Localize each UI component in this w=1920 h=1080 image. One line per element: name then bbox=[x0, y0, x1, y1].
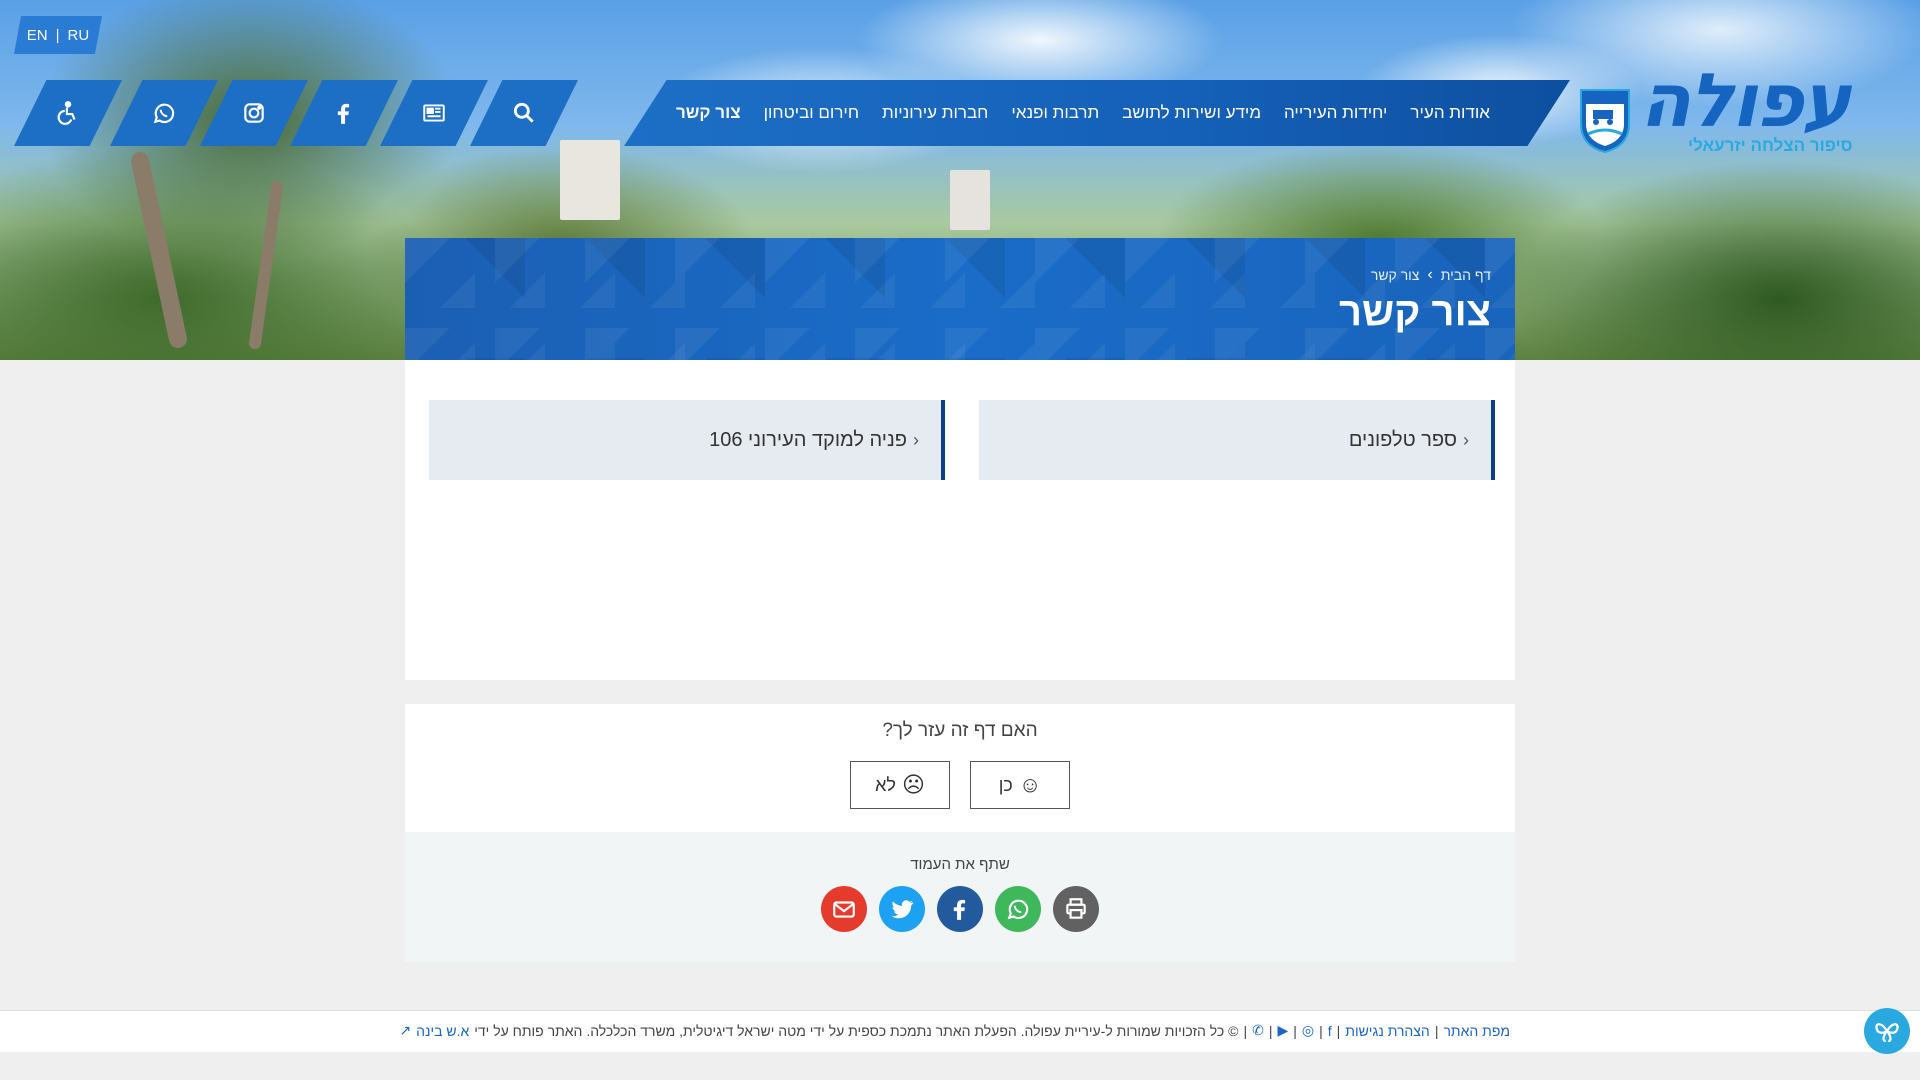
share-print-button[interactable] bbox=[1053, 886, 1099, 932]
card-label: פניה למוקד העירוני 106 bbox=[709, 428, 907, 451]
chevron-left-icon: ‹ bbox=[913, 429, 919, 450]
breadcrumb: דף הבית › צור קשר bbox=[1371, 266, 1491, 284]
footer-separator: | bbox=[1336, 1022, 1341, 1039]
building bbox=[560, 140, 620, 220]
share-section: שתף את העמוד bbox=[405, 832, 1515, 962]
feedback-yes-button[interactable]: ☺ כן bbox=[970, 761, 1070, 809]
share-whatsapp-button[interactable] bbox=[995, 886, 1041, 932]
print-icon bbox=[1066, 898, 1086, 919]
page-title: צור קשר bbox=[1339, 290, 1491, 334]
footer-links: מפת האתר | הצהרת נגישות | f | ◎ | ▶ | ✆ … bbox=[399, 1022, 1510, 1039]
nav-item-contact[interactable]: צור קשר bbox=[676, 103, 741, 123]
card-label: ספר טלפונים bbox=[1348, 428, 1457, 451]
email-icon bbox=[833, 901, 855, 918]
phone-book-card[interactable]: ‹ ספר טלפונים bbox=[979, 400, 1495, 480]
site-footer: מפת האתר | הצהרת נגישות | f | ◎ | ▶ | ✆ … bbox=[0, 1010, 1920, 1052]
footer-accessibility-link[interactable]: הצהרת נגישות bbox=[1345, 1023, 1430, 1039]
frown-icon: ☹ bbox=[901, 772, 925, 797]
municipal-center-106-card[interactable]: ‹ פניה למוקד העירוני 106 bbox=[429, 400, 945, 480]
bottom-strip bbox=[0, 1052, 1920, 1080]
feedback-question: האם דף זה עזר לך? bbox=[882, 720, 1038, 741]
accessibility-icon bbox=[57, 101, 76, 125]
logo-wordmark: עפולה bbox=[1640, 58, 1851, 144]
nav-item-resident-services[interactable]: מידע ושירות לתושב bbox=[1122, 103, 1261, 123]
share-facebook-button[interactable] bbox=[937, 886, 983, 932]
building bbox=[950, 170, 990, 230]
logo-tagline: סיפור הצלחה יזרעאלי bbox=[1688, 136, 1853, 155]
city-emblem-icon bbox=[1580, 89, 1630, 154]
nav-item-emergency-security[interactable]: חירום וביטחון bbox=[764, 103, 859, 123]
share-label: שתף את העמוד bbox=[910, 856, 1010, 873]
search-icon bbox=[513, 102, 534, 123]
lang-ru[interactable]: RU bbox=[68, 27, 90, 44]
breadcrumb-separator: › bbox=[1427, 266, 1433, 283]
feedback-no-button[interactable]: ☹ לא bbox=[850, 761, 950, 809]
lang-en[interactable]: EN bbox=[27, 27, 48, 44]
chevron-left-icon: ‹ bbox=[1463, 429, 1469, 450]
newspaper-icon bbox=[423, 104, 445, 122]
footer-separator: | bbox=[1268, 1022, 1273, 1039]
accessibility-widget-button[interactable] bbox=[1864, 1008, 1910, 1054]
nav-item-municipal-companies[interactable]: חברות עירוניות bbox=[882, 103, 988, 123]
feedback-section: האם דף זה עזר לך? ☺ כן ☹ לא bbox=[405, 704, 1515, 832]
external-link-icon: ↗ bbox=[399, 1022, 412, 1038]
language-switcher: EN | RU bbox=[14, 16, 102, 54]
accessibility-widget-icon bbox=[1875, 1023, 1899, 1043]
smile-icon: ☺ bbox=[1018, 772, 1042, 797]
main-nav: אודות העיר יחידות העירייה מידע ושירות לת… bbox=[624, 80, 1570, 146]
breadcrumb-home[interactable]: דף הבית bbox=[1441, 267, 1491, 283]
footer-separator: | bbox=[1293, 1022, 1297, 1039]
share-twitter-button[interactable] bbox=[879, 886, 925, 932]
facebook-icon bbox=[953, 899, 966, 920]
whatsapp-icon bbox=[1007, 899, 1029, 920]
footer-separator: | bbox=[1319, 1022, 1323, 1039]
facebook-icon[interactable]: f bbox=[1328, 1023, 1332, 1039]
feedback-yes-label: כן bbox=[998, 774, 1013, 795]
footer-separator: | bbox=[1434, 1022, 1439, 1039]
feedback-no-label: לא bbox=[875, 774, 896, 795]
footer-site-map-link[interactable]: מפת האתר bbox=[1443, 1023, 1510, 1039]
instagram-icon bbox=[244, 103, 264, 123]
nav-item-about-city[interactable]: אודות העיר bbox=[1410, 103, 1490, 123]
nav-item-municipal-units[interactable]: יחידות העירייה bbox=[1284, 103, 1387, 123]
instagram-icon[interactable]: ◎ bbox=[1302, 1022, 1314, 1039]
lang-separator: | bbox=[55, 26, 60, 44]
share-email-button[interactable] bbox=[821, 886, 867, 932]
footer-copyright: © כל הזכויות שמורות ל-עיריית עפולה. הפעל… bbox=[474, 1022, 1239, 1039]
main-content: ‹ ספר טלפונים ‹ פניה למוקד העירוני 106 bbox=[405, 360, 1515, 680]
breadcrumb-current: צור קשר bbox=[1370, 267, 1420, 283]
tree-trunk bbox=[129, 150, 189, 350]
footer-developer-link[interactable]: א.ש בינה bbox=[416, 1023, 469, 1039]
share-buttons bbox=[821, 886, 1099, 932]
footer-separator: | bbox=[1243, 1022, 1248, 1039]
youtube-icon[interactable]: ▶ bbox=[1277, 1022, 1288, 1039]
phone-icon[interactable]: ✆ bbox=[1252, 1022, 1264, 1039]
whatsapp-icon bbox=[153, 103, 175, 124]
nav-item-culture-leisure[interactable]: תרבות ופנאי bbox=[1011, 103, 1099, 123]
tree-trunk bbox=[248, 179, 284, 351]
page-header-banner: דף הבית › צור קשר צור קשר bbox=[405, 238, 1515, 360]
site-logo[interactable]: עפולה סיפור הצלחה יזרעאלי bbox=[1578, 64, 1908, 160]
twitter-icon bbox=[891, 900, 914, 919]
facebook-icon bbox=[337, 103, 350, 124]
